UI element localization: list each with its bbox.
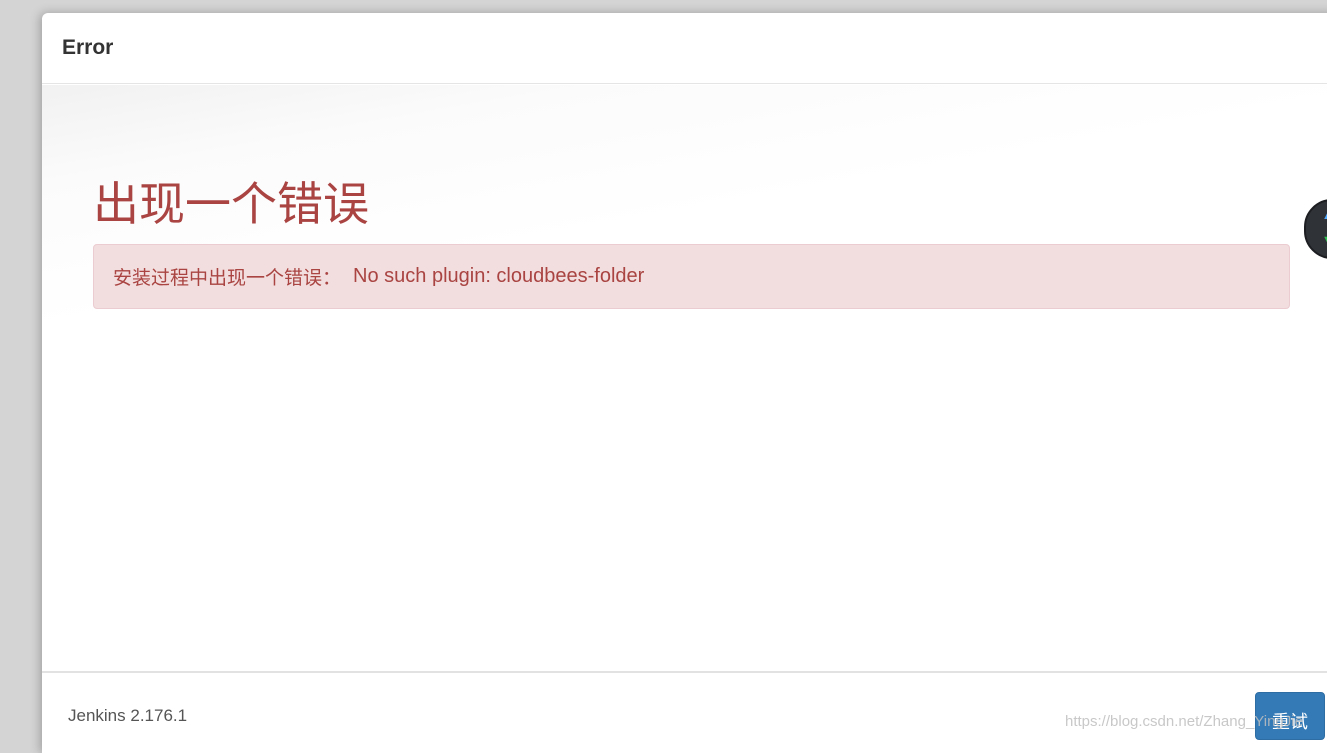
error-heading: 出现一个错误 xyxy=(93,177,369,231)
arrow-up-icon: ▲ xyxy=(1322,210,1327,222)
dialog-body: 出现一个错误 安装过程中出现一个错误： No such plugin: clou… xyxy=(42,85,1327,671)
alert-message: No such plugin: cloudbees-folder xyxy=(353,265,645,287)
dialog-title: Error xyxy=(62,36,114,59)
dialog-header: Error xyxy=(42,13,1327,84)
version-label: Jenkins 2.176.1 xyxy=(68,706,188,725)
alert-prefix: 安装过程中出现一个错误： xyxy=(113,267,342,289)
error-alert: 安装过程中出现一个错误： No such plugin: cloudbees-f… xyxy=(93,244,1290,309)
arrow-down-icon: ▼ xyxy=(1322,234,1327,246)
error-dialog: Error 出现一个错误 安装过程中出现一个错误： No such plugin… xyxy=(42,13,1327,753)
watermark: https://blog.csdn.net/Zhang_YingJie xyxy=(1065,713,1303,730)
network-speed-widget[interactable]: ▲ ▼ xyxy=(1304,199,1327,259)
